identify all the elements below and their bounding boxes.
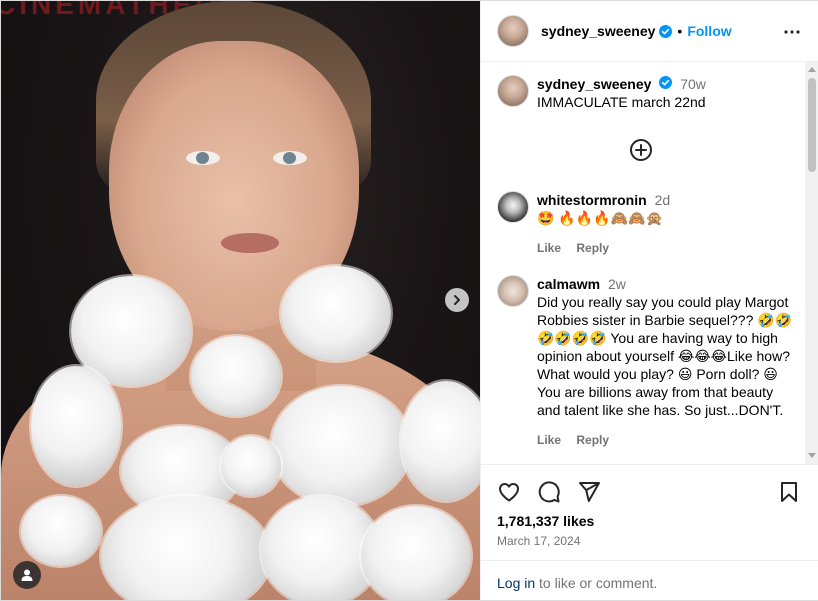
reply-button[interactable]: Reply <box>576 433 609 447</box>
post-side-panel: sydney_sweeney • Follow sydney_sweeney 7… <box>480 1 818 600</box>
comments-scrollbar[interactable] <box>805 62 818 464</box>
reply-button[interactable]: Reply <box>576 241 609 255</box>
plus-circle-icon <box>630 139 652 161</box>
comment-age: 2w <box>607 276 626 292</box>
verified-badge-icon <box>659 76 673 89</box>
separator: • <box>677 23 683 39</box>
caption-age: 70w <box>680 76 706 92</box>
comment-text: 🤩 🔥🔥🔥🙈🙈🙊 <box>537 210 663 226</box>
verified-badge-icon <box>659 24 673 38</box>
login-link[interactable]: Log in <box>497 575 535 591</box>
share-icon <box>579 482 600 502</box>
like-button[interactable] <box>497 480 521 504</box>
share-button[interactable] <box>577 480 601 504</box>
comments-list[interactable]: sydney_sweeney 70w IMMACULATE march 22nd <box>481 62 818 464</box>
comment-username[interactable]: whitestormronin <box>537 192 647 208</box>
caption-text: IMMACULATE march 22nd <box>537 94 706 110</box>
scroll-thumb[interactable] <box>808 78 816 172</box>
post-image[interactable]: CINEMATHEQUE <box>1 1 480 600</box>
comment-item: whitestormronin 2d 🤩 🔥🔥🔥🙈🙈🙊 Like Reply <box>497 191 797 257</box>
caption: sydney_sweeney 70w IMMACULATE march 22nd <box>497 75 797 111</box>
post-footer: 1,781,337 likes March 17, 2024 Log in to… <box>481 464 818 600</box>
heart-icon <box>499 483 519 502</box>
comment-username[interactable]: calmawm <box>537 276 600 292</box>
avatar[interactable] <box>497 15 529 47</box>
header-username[interactable]: sydney_sweeney <box>541 23 655 39</box>
comment-text: Did you really say you could play Margot… <box>537 294 793 418</box>
user-tag-icon <box>21 569 33 581</box>
more-options-button[interactable] <box>783 23 801 46</box>
more-horizontal-icon <box>784 30 800 34</box>
post-header: sydney_sweeney • Follow <box>481 1 818 62</box>
comment-item: calmawm 2w Did you really say you could … <box>497 275 797 449</box>
chevron-right-icon <box>454 295 460 305</box>
login-prompt: Log in to like or comment. <box>481 560 818 601</box>
load-more-comments-button[interactable] <box>629 138 653 162</box>
post-window: CINEMATHEQUE sydney_sweeney • Follow syd… <box>0 0 818 601</box>
comment-age: 2d <box>654 192 671 208</box>
flower-dress <box>21 266 480 600</box>
post-date: March 17, 2024 <box>497 534 581 548</box>
save-button[interactable] <box>777 480 801 504</box>
likes-count[interactable]: 1,781,337 likes <box>497 513 594 529</box>
like-comment-button[interactable]: Like <box>537 241 561 255</box>
like-comment-button[interactable]: Like <box>537 433 561 447</box>
comment-icon <box>538 481 560 503</box>
bookmark-icon <box>781 482 797 502</box>
avatar[interactable] <box>497 275 529 307</box>
caption-username[interactable]: sydney_sweeney <box>537 76 651 92</box>
login-prompt-text: to like or comment. <box>535 575 658 591</box>
avatar[interactable] <box>497 191 529 223</box>
next-image-button[interactable] <box>445 288 469 312</box>
follow-button[interactable]: Follow <box>687 23 731 39</box>
avatar[interactable] <box>497 75 529 107</box>
scroll-up-arrow-icon[interactable] <box>808 67 816 72</box>
tagged-users-button[interactable] <box>13 561 41 589</box>
scroll-down-arrow-icon[interactable] <box>808 453 816 458</box>
comment-button[interactable] <box>537 480 561 504</box>
